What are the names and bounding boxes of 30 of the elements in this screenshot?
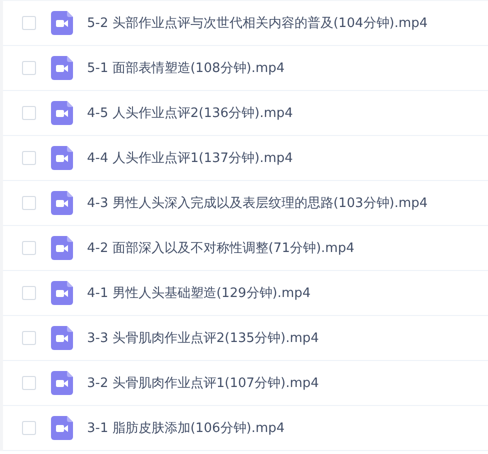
- video-file-icon: [51, 146, 73, 170]
- video-file-icon: [51, 371, 73, 395]
- checkbox[interactable]: [22, 106, 36, 120]
- checkbox[interactable]: [22, 241, 36, 255]
- checkbox[interactable]: [22, 286, 36, 300]
- file-name[interactable]: 4-3 男性人头深入完成以及表层纹理的思路(103分钟).mp4: [87, 194, 428, 212]
- checkbox[interactable]: [22, 196, 36, 210]
- file-name[interactable]: 5-2 头部作业点评与次世代相关内容的普及(104分钟).mp4: [87, 14, 428, 32]
- file-name[interactable]: 3-1 脂肪皮肤添加(106分钟).mp4: [87, 419, 285, 437]
- checkbox[interactable]: [22, 61, 36, 75]
- video-file-icon: [51, 101, 73, 125]
- file-name[interactable]: 3-3 头骨肌肉作业点评2(135分钟).mp4: [87, 329, 319, 347]
- video-file-icon: [51, 281, 73, 305]
- video-file-icon: [51, 56, 73, 80]
- file-name[interactable]: 4-4 人头作业点评1(137分钟).mp4: [87, 149, 293, 167]
- video-file-icon: [51, 326, 73, 350]
- checkbox[interactable]: [22, 151, 36, 165]
- video-file-icon: [51, 416, 73, 440]
- video-file-icon: [51, 191, 73, 215]
- file-name[interactable]: 4-1 男性人头基础塑造(129分钟).mp4: [87, 284, 311, 302]
- video-file-icon: [51, 236, 73, 260]
- file-name[interactable]: 4-2 面部深入以及不对称性调整(71分钟).mp4: [87, 239, 354, 257]
- checkbox[interactable]: [22, 421, 36, 435]
- file-name[interactable]: 4-5 人头作业点评2(136分钟).mp4: [87, 104, 293, 122]
- file-name[interactable]: 5-1 面部表情塑造(108分钟).mp4: [87, 59, 285, 77]
- checkbox[interactable]: [22, 376, 36, 390]
- checkbox[interactable]: [22, 331, 36, 345]
- file-name[interactable]: 3-2 头骨肌肉作业点评1(107分钟).mp4: [87, 374, 319, 392]
- checkbox[interactable]: [22, 16, 36, 30]
- video-file-icon: [51, 11, 73, 35]
